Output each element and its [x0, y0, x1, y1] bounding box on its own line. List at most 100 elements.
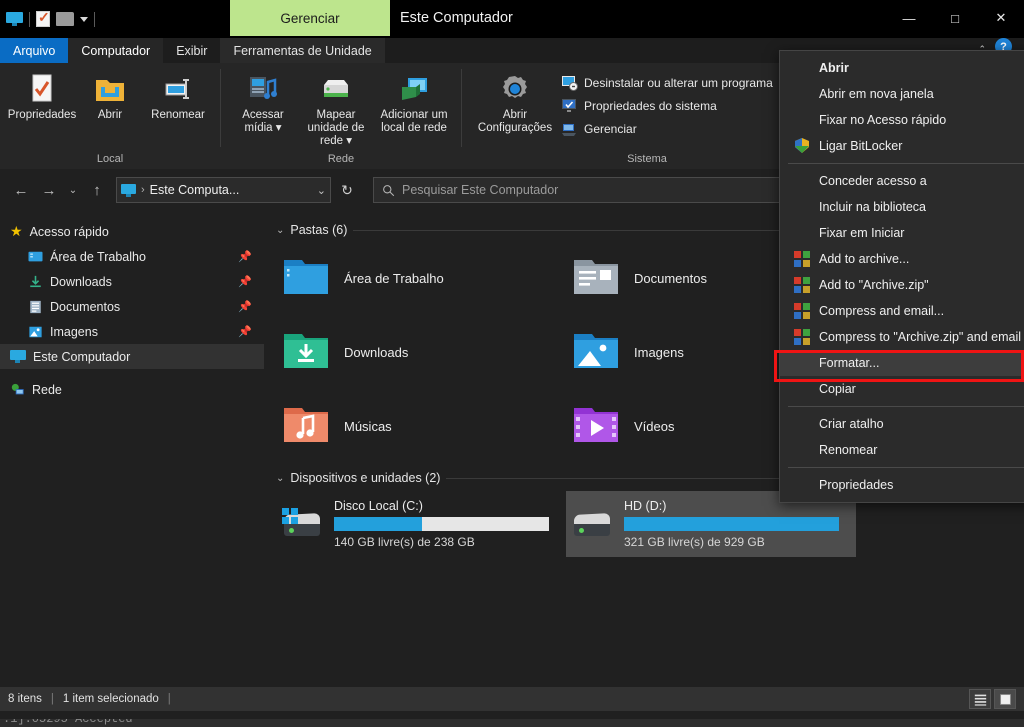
large-icons-view-icon: [999, 693, 1011, 705]
context-menu-label: Ligar BitLocker: [819, 139, 903, 153]
pin-icon[interactable]: 📌: [238, 250, 252, 263]
folder-tile-musicas[interactable]: Músicas: [276, 391, 566, 461]
context-menu-item-propriedades[interactable]: Propriedades: [780, 472, 1024, 498]
context-menu-item-conceder-acesso-a[interactable]: Conceder acesso a: [780, 168, 1024, 194]
context-menu-item-compress-and-email[interactable]: Compress and email...: [780, 298, 1024, 324]
context-menu-item-formatar[interactable]: Formatar...: [780, 350, 1024, 376]
status-selection: 1 item selecionado: [62, 693, 159, 705]
folders-group-label: Pastas (6): [290, 223, 348, 237]
ribbon-button-gerenciar[interactable]: Gerenciar: [558, 119, 777, 139]
ribbon-button-mapear-unidade-de-rede[interactable]: Mapear unidade de rede ▾: [297, 69, 375, 152]
drive-item-disco-local-c[interactable]: Disco Local (C:) 140 GB livre(s) de 238 …: [276, 491, 566, 557]
status-item-count: 8 itens: [8, 693, 42, 705]
documents-folder-icon: [572, 256, 620, 300]
context-menu-item-fixar-em-iniciar[interactable]: Fixar em Iniciar: [780, 220, 1024, 246]
context-menu-item-incluir-na-biblioteca[interactable]: Incluir na biblioteca: [780, 194, 1024, 220]
sidebar-item-acesso-rapido[interactable]: ★ Acesso rápido: [0, 219, 264, 244]
context-menu-label: Add to archive...: [819, 252, 910, 266]
ribbon-button-propriedades-do-sistema[interactable]: Propriedades do sistema: [558, 96, 777, 116]
context-menu-item-add-to-archive[interactable]: Add to archive...: [780, 246, 1024, 272]
recent-locations-button[interactable]: ⌄: [64, 177, 82, 203]
ribbon-button-adicionar-local-de-rede[interactable]: Adicionar um local de rede: [375, 69, 453, 139]
drive-usage-fill: [334, 517, 423, 531]
navigation-pane: ★ Acesso rápido Área de Trabalho 📌 Downl…: [0, 211, 264, 687]
this-pc-icon: [10, 350, 26, 363]
sidebar-item-label: Documentos: [50, 299, 121, 314]
ribbon-button-acessar-midia[interactable]: Acessar mídia ▾: [229, 69, 297, 139]
ribbon-button-label: Acessar mídia ▾: [242, 109, 284, 134]
context-menu-item-renomear[interactable]: Renomear: [780, 437, 1024, 463]
ribbon-small-label: Desinstalar ou alterar um programa: [584, 76, 773, 90]
tab-ferramentas-de-unidade[interactable]: Ferramentas de Unidade: [220, 38, 385, 63]
open-folder-icon: [94, 73, 126, 105]
no-icon: [794, 355, 810, 371]
tab-arquivo[interactable]: Arquivo: [0, 38, 69, 63]
this-pc-icon[interactable]: [6, 12, 23, 26]
ribbon-group-rede: Acessar mídia ▾ Mapear unidade de rede ▾: [221, 63, 461, 169]
ribbon-button-label: Abrir: [97, 109, 123, 121]
close-button[interactable]: ✕: [978, 0, 1024, 36]
sidebar-item-imagens[interactable]: Imagens 📌: [0, 319, 264, 344]
sidebar-item-downloads[interactable]: Downloads 📌: [0, 269, 264, 294]
minimize-button[interactable]: —: [886, 0, 932, 36]
context-menu-item-fixar-no-acesso-rapido[interactable]: Fixar no Acesso rápido: [780, 107, 1024, 133]
folder-tile-downloads[interactable]: Downloads: [276, 317, 566, 387]
address-input[interactable]: › Este Computa... ⌄: [116, 177, 331, 203]
context-menu-item-ligar-bitlocker[interactable]: Ligar BitLocker: [780, 133, 1024, 159]
ribbon-button-desinstalar-programa[interactable]: Desinstalar ou alterar um programa: [558, 73, 777, 93]
folder-tile-label: Músicas: [344, 418, 392, 434]
customize-chevron-icon[interactable]: [80, 16, 88, 22]
desktop-folder-icon: [282, 256, 330, 300]
chevron-down-icon[interactable]: ⌄: [276, 225, 284, 236]
back-button[interactable]: ←: [8, 177, 34, 203]
drive-free-space: 140 GB livre(s) de 238 GB: [334, 535, 475, 549]
windows-drive-icon: [282, 508, 322, 540]
maximize-button[interactable]: □: [932, 0, 978, 36]
ribbon-button-abrir-configuracoes[interactable]: Abrir Configurações: [476, 69, 554, 139]
sidebar-item-documentos[interactable]: Documentos 📌: [0, 294, 264, 319]
context-menu-item-abrir-em-nova-janela[interactable]: Abrir em nova janela: [780, 81, 1024, 107]
ribbon-small-label: Propriedades do sistema: [584, 99, 717, 113]
folder-tile-area-de-trabalho[interactable]: Área de Trabalho: [276, 243, 566, 313]
desktop-icon: [28, 251, 43, 261]
sidebar-item-label: Este Computador: [33, 349, 131, 364]
sidebar-item-rede[interactable]: Rede: [0, 377, 264, 402]
tab-computador[interactable]: Computador: [68, 38, 164, 63]
drive-free-space: 321 GB livre(s) de 929 GB: [624, 535, 765, 549]
context-menu-item-criar-atalho[interactable]: Criar atalho: [780, 411, 1024, 437]
context-menu-label: Compress and email...: [819, 304, 945, 318]
context-menu-item-copiar[interactable]: Copiar: [780, 376, 1024, 402]
large-icons-view-button[interactable]: [994, 689, 1016, 709]
pin-icon[interactable]: 📌: [238, 300, 252, 313]
toolbar-divider: [29, 11, 30, 27]
context-menu-item-add-to-archive-zip[interactable]: Add to "Archive.zip": [780, 272, 1024, 298]
sidebar-item-label: Acesso rápido: [29, 224, 109, 239]
refresh-button[interactable]: ↻: [333, 177, 361, 203]
drive-usage-bar: [334, 517, 549, 531]
properties-icon[interactable]: [36, 9, 50, 27]
search-placeholder: Pesquisar Este Computador: [402, 183, 559, 197]
chevron-down-icon[interactable]: ⌄: [276, 473, 284, 484]
details-view-icon: [974, 694, 986, 706]
sidebar-item-este-computador[interactable]: Este Computador: [0, 344, 264, 369]
context-menu-label: Fixar no Acesso rápido: [819, 113, 947, 127]
address-dropdown-icon[interactable]: ⌄: [317, 184, 326, 197]
forward-button[interactable]: →: [36, 177, 62, 203]
context-menu-item-abrir[interactable]: Abrir: [780, 55, 1024, 81]
pin-icon[interactable]: 📌: [238, 325, 252, 338]
up-button[interactable]: ↑: [84, 177, 110, 203]
folder-icon[interactable]: [56, 12, 74, 26]
manage-icon: [562, 121, 578, 137]
ribbon-button-renomear[interactable]: Renomear: [144, 69, 212, 126]
ribbon-button-label: Adicionar um local de rede: [380, 109, 448, 134]
sidebar-item-area-de-trabalho[interactable]: Área de Trabalho 📌: [0, 244, 264, 269]
tab-exibir[interactable]: Exibir: [163, 38, 220, 63]
context-menu-item-compress-to-archive-zip-and-email[interactable]: Compress to "Archive.zip" and email: [780, 324, 1024, 350]
ribbon-button-label: Abrir Configurações: [477, 109, 553, 134]
pin-icon[interactable]: 📌: [238, 275, 252, 288]
ribbon-button-abrir[interactable]: Abrir: [76, 69, 144, 126]
ribbon-button-propriedades[interactable]: Propriedades: [8, 69, 76, 126]
ribbon-group-sistema: Abrir Configurações Desinstalar ou alter…: [462, 63, 832, 169]
ribbon-group-label: Rede: [327, 153, 355, 165]
details-view-button[interactable]: [969, 689, 991, 709]
